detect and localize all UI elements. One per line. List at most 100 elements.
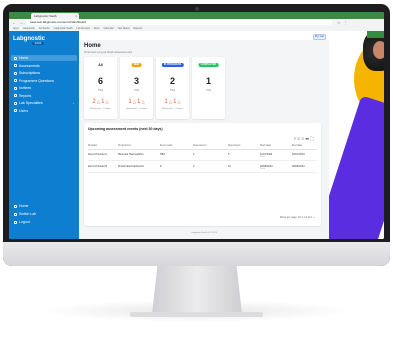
nav-item-icon	[14, 212, 17, 216]
browser-tabbar: Labgnostic SaaS ×	[9, 12, 384, 27]
sidebar-item-lab-specialties[interactable]: Lab Specialties ›	[11, 100, 77, 106]
bookmark-item[interactable]: Reports	[133, 27, 142, 30]
sidebar-item-label: Assessments	[19, 63, 40, 68]
sidebar-item-label: Logout	[19, 220, 30, 224]
bookmark-item[interactable]: Apps	[13, 27, 19, 30]
main-content: Myr Lab Home Overview of your EQA assess…	[79, 31, 329, 239]
monitor-stand	[152, 266, 242, 314]
bookmark-item[interactable]: Ad Studio	[39, 27, 50, 30]
count-label: Total	[133, 89, 140, 92]
table-cell-event-code: 8	[160, 165, 162, 168]
table-cell-assessment: 2	[193, 165, 195, 168]
address-bar-area: ← → ↻ saas.test.labgnostic.com/en/v2/das…	[9, 19, 384, 26]
overdue-label: Overdue	[139, 108, 147, 110]
nav-item-icon	[14, 204, 17, 208]
logo-badge: SAAS	[32, 42, 44, 45]
table-pagination[interactable]: Rows per page: 10 ▾ 1-2 of 2 ‹ ›	[280, 216, 315, 219]
status-card[interactable]: IN PROGRESS 2 Total 1 △ 1 △ Ending soon Overd…	[156, 57, 189, 119]
sidebar-item-subscriptions[interactable]: Subscriptions	[11, 70, 77, 76]
sidebar-item-label: Home	[19, 204, 29, 208]
status-card[interactable]: NEW 3 Total 1 △ 1 △ Ending soon Overdue	[120, 57, 153, 119]
sidebar-item-label: Switch Lab	[19, 212, 37, 216]
table-cell-event-code: HB3	[160, 153, 165, 156]
sidebar-item-label: Lab Specialties	[19, 101, 43, 105]
nav-item-icon	[14, 94, 17, 97]
sidebar-item-label: Users	[19, 108, 29, 113]
column-header[interactable]: Start date	[260, 143, 271, 149]
overdue-label: Overdue	[175, 108, 183, 110]
sidebar: Labgnostic SAAS Home Assessments Subscript…	[9, 31, 79, 239]
sidebar-bottom-logout[interactable]: Logout	[11, 219, 77, 225]
sidebar-item-invitees[interactable]: Invitees	[11, 85, 77, 91]
column-header[interactable]: End date	[292, 143, 302, 149]
panel-title: Upcoming assessment events (next 30 days…	[88, 127, 163, 131]
status-card[interactable]: COMPLETED 1 Total	[192, 57, 225, 119]
bookmark-item[interactable]: Labgnostic	[23, 27, 35, 30]
column-header[interactable]: Event code	[160, 143, 173, 149]
table-cell-start-time: 11:00	[260, 156, 265, 158]
bookmark-item[interactable]: Test Stand	[118, 27, 130, 30]
sidebar-item-label: Programme Questions	[19, 78, 55, 83]
column-header[interactable]: Assessment	[193, 143, 207, 149]
monitor-chin	[3, 242, 390, 266]
sidebar-item-label: Invitees	[19, 86, 32, 90]
table-cell-programme: Protein Electrophoresis	[118, 165, 144, 168]
sidebar-bottom-switch-lab[interactable]: Switch Lab	[11, 211, 77, 217]
count-label: Total	[205, 89, 212, 92]
sidebar-item-programme-questions[interactable]: Programme Questions	[11, 78, 77, 84]
warning-icon: △	[104, 99, 109, 104]
status-badge: NEW	[131, 63, 142, 67]
monitor-foot	[130, 312, 263, 317]
monitor-screen: Labgnostic SaaS × ← → ↻ saas.test.labgno…	[9, 12, 384, 239]
fullscreen-icon[interactable]: ⛶	[310, 136, 315, 141]
nav-item-icon	[14, 86, 17, 90]
ending-soon-label: Ending soon	[162, 108, 174, 110]
status-count: 2	[169, 76, 175, 86]
nav-item-icon	[14, 56, 17, 60]
status-count: 1	[205, 76, 211, 86]
table-tools: ⌕⚲≡☰⛶	[294, 136, 315, 141]
table-row[interactable]: Demo Provider B Protein Electrophoresis 8 2…	[88, 162, 317, 173]
sidebar-item-label: Subscriptions	[19, 71, 41, 75]
window-controls[interactable]	[12, 14, 24, 27]
bookmark-item[interactable]: Labgnostic SaaS	[54, 27, 73, 30]
column-header[interactable]: Programme	[118, 143, 131, 149]
sidebar-item-home[interactable]: Home	[11, 55, 77, 61]
count-label: Total	[97, 89, 104, 92]
bookmark-item[interactable]: Calendar	[103, 27, 113, 30]
table-cell-assessment: 1	[193, 153, 195, 156]
sidebar-item-users[interactable]: Users	[11, 108, 77, 114]
sidebar-item-reports[interactable]: Reports	[11, 93, 77, 99]
count-label: Total	[169, 89, 176, 92]
page-subtitle: Overview of your EQA assessments	[84, 50, 132, 54]
table-cell-provider: Demo Provider B	[88, 165, 108, 168]
table-cell-end: 28/08/2024	[292, 165, 305, 168]
column-header[interactable]: Provider	[88, 143, 97, 149]
nav-item-icon	[14, 71, 17, 75]
lab-switch-button[interactable]: Myr Lab	[313, 33, 326, 40]
ending-soon-label: Ending soon	[90, 108, 102, 110]
nav-item-icon	[14, 109, 17, 112]
warning-icon: △	[176, 99, 181, 104]
status-card[interactable]: All 6 Total 2 △ 1 △ Ending soon Overdue	[84, 57, 117, 119]
bookmark-item[interactable]: Lab Results	[77, 27, 90, 30]
top-bar: Myr Lab	[79, 31, 329, 40]
url-input[interactable]: saas.test.labgnostic.com/en/v2/dashboard	[26, 20, 332, 25]
overdue-label: Overdue	[103, 108, 111, 110]
nav-item-icon	[14, 101, 17, 105]
alert-labels: Ending soon Overdue	[120, 108, 153, 110]
table-row[interactable]: Demo Provider A Rounded Haemoglobin HB3 1 5 1…	[88, 150, 317, 161]
alert-labels: Ending soon Overdue	[156, 108, 189, 110]
sidebar-bottom-home[interactable]: Home	[11, 203, 77, 209]
sidebar-item-label: Home	[19, 56, 29, 60]
footer-text: Labgnostic SaaS v1.0 ©2024	[191, 232, 217, 234]
table-cell-specimens: 10	[228, 165, 231, 168]
ending-soon-label: Ending soon	[126, 108, 138, 110]
bookmark-item[interactable]: Docs	[94, 27, 100, 30]
sidebar-item-assessments[interactable]: Assessments	[11, 63, 77, 69]
browser-extensions-icon[interactable]: ☆ ⋮	[337, 20, 349, 25]
alert-counts: 2 △ 1 △	[84, 99, 117, 105]
table-cell-provider: Demo Provider A	[88, 153, 107, 156]
table-cell-start-time: 01:00	[260, 168, 266, 170]
column-header[interactable]: Specimens	[228, 143, 240, 149]
